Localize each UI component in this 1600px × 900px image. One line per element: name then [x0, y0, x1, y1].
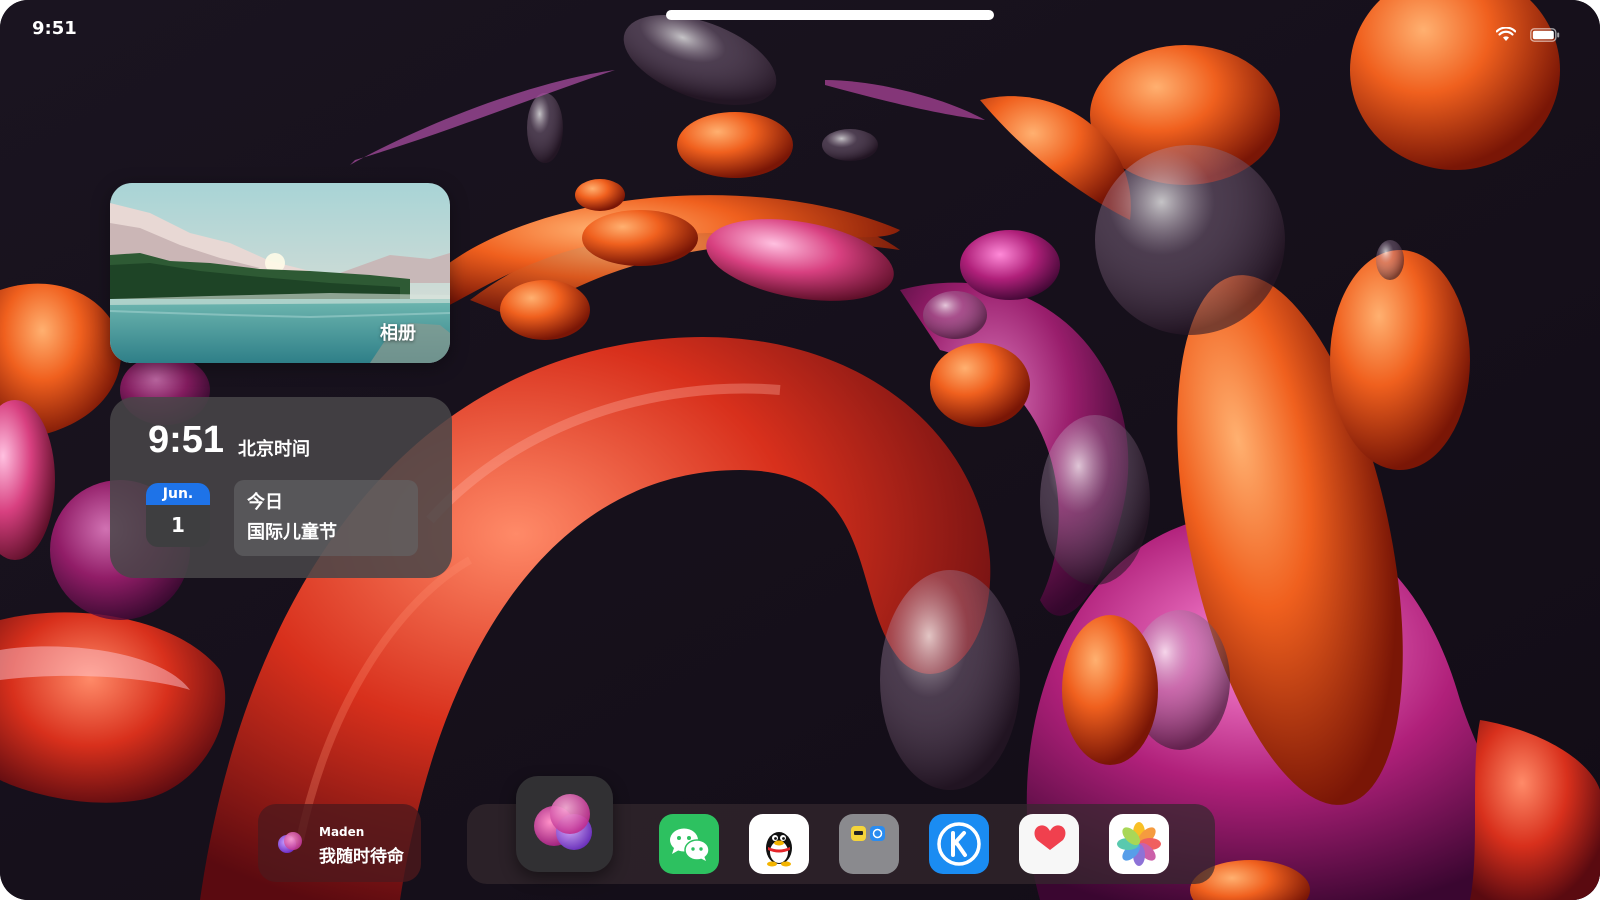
- kugou-music-icon: [937, 822, 981, 866]
- clock-timezone: 北京时间: [238, 439, 310, 460]
- clock-calendar-widget[interactable]: 9:51 北京时间 Jun. 1 今日 国际儿童节: [110, 397, 452, 578]
- assistant-widget[interactable]: Maden 我随时待命: [258, 804, 421, 882]
- dock-app-kugou[interactable]: [929, 814, 989, 874]
- wifi-icon: [1496, 27, 1516, 41]
- home-screen: 9:51 相册 9:51 北京时间 Jun. 1 今日 国际儿童节 Maden …: [0, 0, 1600, 900]
- dock-app-folder[interactable]: [839, 814, 899, 874]
- assistant-orb-icon: [278, 832, 302, 853]
- photos-flower-icon: [1117, 822, 1161, 866]
- calendar-month: Jun.: [146, 483, 210, 505]
- app-folder-icon: [851, 826, 885, 841]
- battery-icon: [1530, 28, 1560, 42]
- assistant-status: 我随时待命: [319, 847, 404, 867]
- qq-penguin-icon: [766, 832, 792, 867]
- event-title: 今日: [247, 492, 283, 513]
- photos-widget[interactable]: 相册: [110, 183, 450, 363]
- status-time: 9:51: [32, 18, 77, 39]
- calendar-event[interactable]: 今日 国际儿童节: [234, 480, 418, 556]
- clock-time: 9:51: [148, 419, 225, 461]
- assistant-orb-icon: [534, 794, 592, 850]
- dock-app-wechat[interactable]: [659, 814, 719, 874]
- event-name: 国际儿童节: [247, 522, 337, 543]
- wechat-icon: [670, 828, 710, 861]
- status-icons: [1496, 27, 1560, 43]
- photos-widget-label: 相册: [380, 323, 416, 344]
- dock-app-photos[interactable]: [1109, 814, 1169, 874]
- top-home-indicator[interactable]: [666, 10, 994, 20]
- calendar-day: 1: [171, 513, 185, 537]
- health-heart-icon: [1034, 825, 1066, 850]
- calendar-icon[interactable]: Jun. 1: [146, 483, 210, 547]
- dock-app-assistant[interactable]: [516, 776, 613, 872]
- dock-app-health[interactable]: [1019, 814, 1079, 874]
- assistant-name: Maden: [319, 825, 365, 839]
- dock-app-qq[interactable]: [749, 814, 809, 874]
